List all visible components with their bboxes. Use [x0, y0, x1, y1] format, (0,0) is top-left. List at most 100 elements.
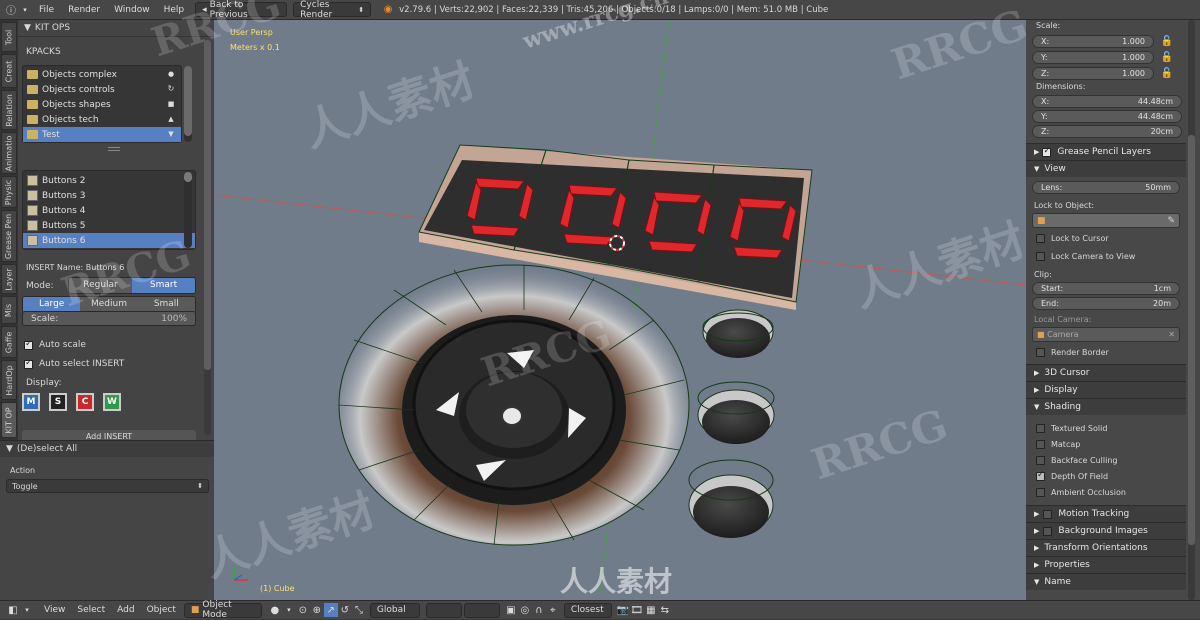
- menu-view[interactable]: View: [38, 605, 71, 615]
- scale-slider[interactable]: Scale: 100%: [22, 311, 196, 326]
- camera-field[interactable]: ■ Camera ✕: [1032, 327, 1180, 342]
- render-border-checkbox[interactable]: Render Border: [1026, 345, 1186, 360]
- kpack-item[interactable]: Objects complex: [23, 67, 181, 82]
- lens-field[interactable]: Lens: 50mm: [1032, 181, 1180, 194]
- lock-camera-icon[interactable]: ▣: [504, 603, 518, 617]
- name-header[interactable]: ▼ Name: [1026, 573, 1186, 590]
- tab-kit-ops[interactable]: KIT OP: [1, 402, 17, 438]
- size-medium-button[interactable]: Medium: [80, 297, 138, 312]
- kpacks-resize-handle[interactable]: [108, 147, 120, 151]
- menu-render[interactable]: Render: [61, 5, 107, 15]
- pivot-icon[interactable]: ⊙: [296, 603, 310, 617]
- auto-select-checkbox[interactable]: Auto select INSERT: [24, 358, 124, 369]
- snap-select[interactable]: Closest: [563, 602, 612, 618]
- chevron-down-icon[interactable]: ▾: [20, 603, 34, 617]
- kpacks-scrollbar[interactable]: [184, 66, 192, 142]
- kpack-item[interactable]: Objects tech: [23, 112, 181, 127]
- 3d-cursor-header[interactable]: ▶ 3D Cursor: [1026, 364, 1186, 381]
- chevron-down-icon[interactable]: ▾: [282, 603, 296, 617]
- textured-solid-checkbox[interactable]: Textured Solid: [1026, 421, 1186, 436]
- menu-window[interactable]: Window: [107, 5, 157, 15]
- menu-object[interactable]: Object: [141, 605, 182, 615]
- tab-misc[interactable]: Mis: [1, 296, 17, 324]
- render-engine-select[interactable]: Cycles Render ⬍: [293, 0, 372, 20]
- lock-icon[interactable]: 🔓: [1160, 66, 1174, 80]
- menu-add[interactable]: Add: [111, 605, 140, 615]
- menu-file[interactable]: File: [32, 5, 61, 15]
- grease-pencil-header[interactable]: ▶Grease Pencil Layers: [1026, 143, 1186, 160]
- lock-to-cursor-checkbox[interactable]: Lock to Cursor: [1026, 231, 1186, 246]
- size-small-button[interactable]: Small: [137, 297, 195, 312]
- dimension-z-field[interactable]: Z: 20cm: [1032, 125, 1182, 138]
- shading-header[interactable]: ▼ Shading: [1026, 398, 1186, 415]
- matcap-checkbox[interactable]: Matcap: [1026, 437, 1186, 452]
- lock-camera-checkbox[interactable]: Lock Camera to View: [1026, 249, 1186, 264]
- menu-select[interactable]: Select: [71, 605, 111, 615]
- menu-help[interactable]: Help: [157, 5, 192, 15]
- snap-target-icon[interactable]: ⌖: [546, 603, 560, 617]
- layers-widget[interactable]: [425, 602, 462, 618]
- transform-manipulator-icon[interactable]: ⊕: [310, 603, 324, 617]
- kpack-item[interactable]: Objects controls: [23, 82, 181, 97]
- checkbox-checked-icon[interactable]: [1042, 146, 1052, 157]
- move-down-icon[interactable]: ▼: [164, 126, 178, 141]
- clip-end-field[interactable]: End: 20m: [1032, 297, 1180, 310]
- reload-icon[interactable]: ↻: [164, 81, 178, 96]
- add-icon[interactable]: ●: [164, 66, 178, 81]
- kit-ops-header[interactable]: ▼ KIT OPS: [18, 20, 214, 37]
- tab-relations[interactable]: Relation: [1, 90, 17, 130]
- tab-physics[interactable]: Physic: [1, 176, 17, 208]
- motion-tracking-header[interactable]: ▶ Motion Tracking: [1026, 505, 1186, 522]
- display-c-button[interactable]: C: [76, 393, 94, 411]
- insert-item[interactable]: Buttons 3: [23, 188, 195, 203]
- tab-animation[interactable]: Animatio: [1, 132, 17, 174]
- checkbox-unchecked-icon[interactable]: [1043, 526, 1053, 536]
- orientation-select[interactable]: Global: [369, 602, 420, 618]
- ambient-occlusion-checkbox[interactable]: Ambient Occlusion: [1026, 485, 1186, 500]
- grid-icon[interactable]: ▦: [644, 603, 658, 617]
- lock-icon[interactable]: 🔓: [1160, 34, 1174, 48]
- move-up-icon[interactable]: ▲: [164, 111, 178, 126]
- rotate-icon[interactable]: ↺: [338, 603, 352, 617]
- checkbox-unchecked-icon[interactable]: [1043, 509, 1053, 519]
- clip-start-field[interactable]: Start: 1cm: [1032, 282, 1180, 295]
- scale-z-field[interactable]: Z: 1.000: [1032, 66, 1154, 80]
- mode-smart-button[interactable]: Smart: [132, 278, 195, 293]
- background-images-header[interactable]: ▶ Background Images: [1026, 522, 1186, 539]
- scale-y-field[interactable]: Y: 1.000: [1032, 50, 1154, 64]
- kpack-item-selected[interactable]: Test: [23, 127, 181, 142]
- tab-gaffer[interactable]: Gaffe: [1, 326, 17, 358]
- eyedropper-icon[interactable]: ✎: [1167, 216, 1175, 226]
- chevron-down-icon[interactable]: ▾: [18, 3, 32, 17]
- opengl-render-icon[interactable]: 📷: [616, 603, 630, 617]
- scale-icon[interactable]: ⤡: [352, 603, 366, 617]
- shading-sphere-icon[interactable]: ●: [268, 603, 282, 617]
- remove-icon[interactable]: ■: [164, 96, 178, 111]
- 3d-viewport[interactable]: User Persp Meters x 0.1 (1) Cube: [214, 20, 1026, 600]
- snap-magnet-icon[interactable]: ∩: [532, 603, 546, 617]
- properties-header[interactable]: ▶ Properties: [1026, 556, 1186, 573]
- scale-x-field[interactable]: X: 1.000: [1032, 34, 1154, 48]
- proportional-edit-icon[interactable]: ◎: [518, 603, 532, 617]
- operator-header[interactable]: ▼ (De)select All: [0, 440, 214, 457]
- dimension-x-field[interactable]: X: 44.48cm: [1032, 95, 1182, 108]
- properties-scrollbar[interactable]: [1188, 20, 1195, 600]
- insert-item-selected[interactable]: Buttons 6: [23, 233, 195, 248]
- display-s-button[interactable]: S: [49, 393, 67, 411]
- lock-icon[interactable]: 🔓: [1160, 50, 1174, 64]
- insert-item[interactable]: Buttons 2: [23, 173, 195, 188]
- depth-of-field-checkbox[interactable]: Depth Of Field: [1026, 469, 1186, 484]
- size-large-button[interactable]: Large: [23, 297, 81, 312]
- tab-create[interactable]: Creat: [1, 54, 17, 88]
- insert-item[interactable]: Buttons 4: [23, 203, 195, 218]
- view-header[interactable]: ▼ View: [1026, 160, 1186, 177]
- inserts-scrollbar[interactable]: [184, 172, 192, 248]
- mode-select[interactable]: ■ Object Mode: [183, 600, 262, 620]
- info-icon[interactable]: ⓘ: [4, 3, 18, 17]
- close-icon[interactable]: ✕: [1168, 330, 1175, 339]
- sync-icon[interactable]: ⇆: [658, 603, 672, 617]
- layers-widget-2[interactable]: [463, 602, 500, 618]
- tab-hardops[interactable]: HardOp: [1, 360, 17, 400]
- display-header[interactable]: ▶ Display: [1026, 381, 1186, 398]
- add-insert-button[interactable]: Add INSERT: [22, 430, 196, 440]
